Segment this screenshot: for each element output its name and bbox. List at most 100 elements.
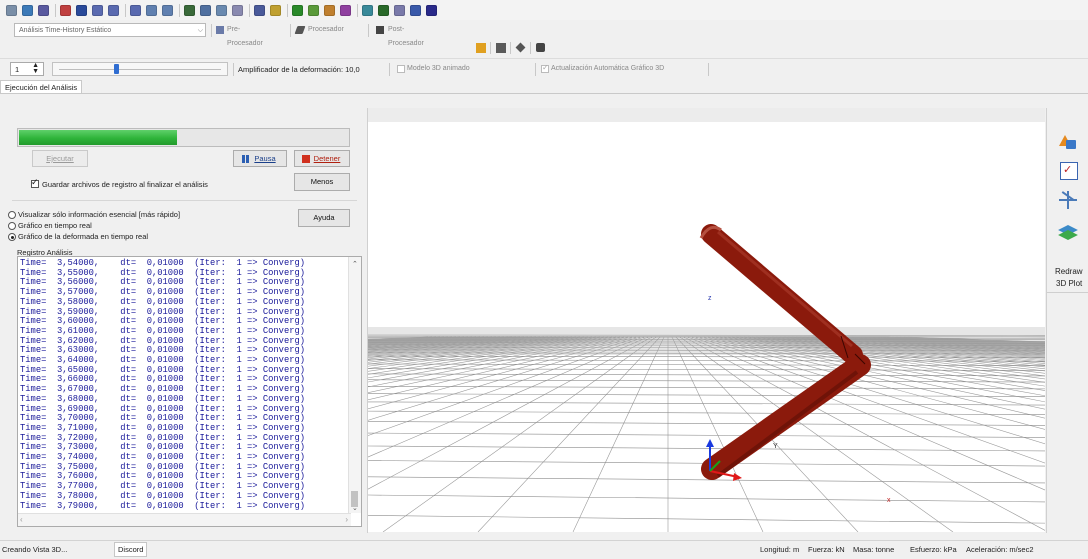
box-icon[interactable] [232,5,243,16]
scroll-down-icon[interactable]: ⌄ [352,504,358,512]
axis-label-z: z [708,295,712,302]
tab-label: Ejecución del Análisis [5,83,78,92]
axis-label-y: Y [773,443,778,450]
discord-label: Discord [118,545,144,554]
grid-icon [216,26,224,34]
separator [530,42,531,54]
scroll-left-icon[interactable]: ‹ [20,515,23,524]
analysis-type-select[interactable]: Análisis Time-History Estático ⌵ [14,23,206,37]
plant-icon[interactable] [324,5,335,16]
analysis-type-value: Análisis Time-History Estático [19,27,112,34]
log-line: Time= 3,79000, dt= 0,01000 (Iter: 1 => C… [20,500,306,511]
separator [290,24,291,37]
curve-icon[interactable] [410,5,421,16]
animated-model-label: Modelo 3D animado [407,65,470,72]
cursor-icon[interactable] [6,5,17,16]
shape-icon[interactable] [340,5,351,16]
radio-realtime-graph[interactable] [8,222,16,230]
separator [708,63,709,76]
plot3d-button[interactable]: 3D Plot [1056,279,1082,288]
discord-taskbar-item[interactable]: Discord [114,542,148,557]
scroll-up-icon[interactable]: ⌃ [352,260,358,268]
radio-deformed-graph[interactable] [8,233,16,241]
grid3-icon[interactable] [130,5,141,16]
separator [368,24,369,37]
diamond-icon[interactable] [515,42,526,53]
tag-icon[interactable] [394,5,405,16]
sphere-icon[interactable] [426,5,437,16]
chevron-down-icon: ⌵ [197,27,203,34]
table-icon[interactable] [200,5,211,16]
deformed-graph-label: Gráfico de la deformada en tiempo real [18,232,149,241]
flag-icon[interactable] [60,5,71,16]
separator [211,24,212,37]
auto-update-label: Actualización Automática Gráfico 3D [551,65,665,72]
check-icon[interactable] [292,5,303,16]
separator [249,4,250,17]
post-processor-label: Post-Procesador [388,26,424,47]
scroll-right-icon[interactable]: › [345,515,348,524]
layers-icon[interactable] [38,5,49,16]
check-icon: ✓ [31,177,39,187]
log-horizontal-scrollbar[interactable]: ‹ › [18,513,351,526]
stop-button[interactable]: Detener [294,150,350,167]
grid-icon[interactable] [92,5,103,16]
separator [357,4,358,17]
globe-icon[interactable] [308,5,319,16]
checklist-icon[interactable]: ✓ [1060,162,1078,180]
redo-icon[interactable] [162,5,173,16]
processor-label: Procesador [308,26,344,33]
realtime-graph-label: Gráfico en tiempo real [18,221,92,230]
units-stress: Esfuerzo: kPa [910,545,957,554]
help-button[interactable]: Ayuda [298,209,350,227]
redraw-button[interactable]: Redraw [1055,267,1083,276]
analysis-log[interactable]: Time= 3,54000, dt= 0,01000 (Iter: 1 => C… [17,256,362,527]
star-icon[interactable] [270,5,281,16]
mesh-icon[interactable] [362,5,373,16]
marker-icon[interactable] [536,43,545,52]
check-icon: ✓ [542,63,549,72]
box-icon[interactable] [496,43,506,53]
animated-model-checkbox[interactable] [397,65,405,73]
slider-track [59,69,221,70]
model-icon[interactable] [184,5,195,16]
radio-essential-info[interactable] [8,211,16,219]
save-icon[interactable] [76,5,87,16]
separator [55,4,56,17]
separator [287,4,288,17]
main-toolbar [0,0,1088,20]
grid2-icon[interactable] [108,5,119,16]
separator [510,42,511,54]
snap-icon[interactable] [22,5,33,16]
pause-button[interactable]: Pausa [233,150,287,167]
axes-icon[interactable] [476,43,486,53]
pause-icon [242,155,249,163]
panel-divider [12,200,357,201]
less-button[interactable]: Menos [294,173,350,191]
axis-label-x: x [887,497,891,504]
spinner-arrows-icon[interactable]: ▲ ▼ [32,62,39,75]
ruler-icon[interactable] [216,5,227,16]
shapes-icon[interactable] [1059,132,1077,150]
deformation-slider[interactable] [52,62,228,76]
step-spinner-value: 1 [15,65,20,74]
viewport-3d[interactable]: z Y x [368,122,1045,532]
side-panel-divider [1047,292,1088,293]
essential-info-label: Visualizar sólo información esencial [má… [18,210,181,219]
slider-thumb[interactable] [113,64,119,74]
gear-icon[interactable] [254,5,265,16]
tab-analysis-execution[interactable]: Ejecución del Análisis [0,80,83,94]
stop-icon [302,155,310,163]
tree-icon[interactable] [378,5,389,16]
step-spinner[interactable]: 1 ▲ ▼ [10,62,44,76]
units-force: Fuerza: kN [808,545,845,554]
separator [535,63,536,76]
structure-icon[interactable] [1059,191,1077,209]
execute-button[interactable]: Ejecutar [32,150,88,167]
layers-stack-icon[interactable] [1058,221,1078,240]
log-vertical-scrollbar[interactable]: ⌃ ⌄ [348,257,361,513]
separator [389,63,390,76]
undo-icon[interactable] [146,5,157,16]
pause-label: Pausa [254,154,276,163]
viewport-canvas[interactable]: z Y x [368,122,1045,532]
